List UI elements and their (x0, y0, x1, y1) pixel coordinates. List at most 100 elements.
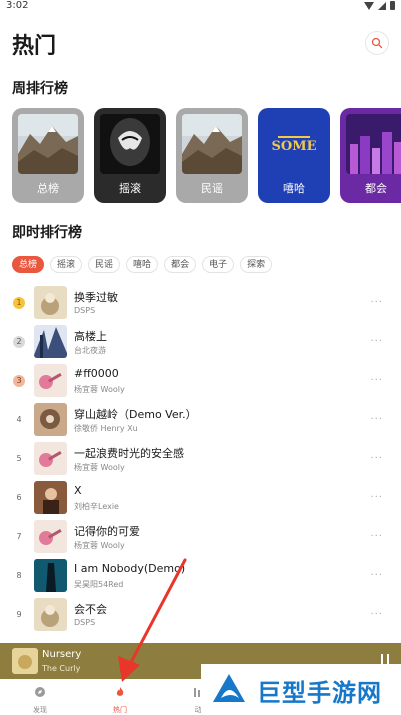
watermark-logo-icon (213, 674, 245, 702)
watermark-text: 巨型手游网 (257, 679, 382, 707)
song-title: 一起浪费时光的安全感 (74, 447, 184, 460)
nav-label: 热门 (113, 706, 127, 714)
tab-overall[interactable]: 总榜 (12, 256, 45, 273)
song-artist: 台北夜游 (74, 346, 106, 355)
page-title: 热门 (12, 34, 57, 59)
song-row[interactable]: 3 #ff0000 杨宜蓉 Wooly ... (0, 361, 401, 400)
weekly-card-rock[interactable]: 摇滚 (94, 108, 166, 203)
realtime-section-title: 即时排行榜 (12, 225, 82, 241)
song-title: 记得你的可爱 (74, 525, 140, 538)
search-button[interactable] (365, 31, 389, 55)
album-cover (34, 442, 67, 475)
weekly-card-label: 嘻哈 (283, 182, 305, 195)
tab-electronic[interactable]: 电子 (202, 256, 235, 273)
more-icon[interactable]: ... (370, 411, 383, 422)
album-cover (34, 325, 67, 358)
song-row[interactable]: 6 X 刘柏辛Lexie ... (0, 478, 401, 517)
tab-explore[interactable]: 探索 (240, 256, 273, 273)
song-artist: 刘柏辛Lexie (74, 502, 119, 511)
album-cover (34, 286, 67, 319)
weekly-card-label: 总榜 (37, 182, 59, 195)
song-title: 高楼上 (74, 330, 107, 343)
more-icon[interactable]: ... (370, 528, 383, 539)
weekly-card-label: 民谣 (201, 182, 223, 195)
song-row[interactable]: 9 会不会 DSPS ... (0, 595, 401, 634)
rank-number: 6 (16, 493, 22, 502)
song-title: 会不会 (74, 603, 107, 616)
weekly-card-overall[interactable]: 总榜 (12, 108, 84, 203)
rank-badge: 3 (13, 375, 25, 387)
landscape-art (182, 114, 242, 174)
status-time: 3:02 (6, 0, 29, 11)
player-title: Nursery (42, 649, 82, 660)
weekly-section-title: 周排行榜 (12, 81, 68, 97)
song-row[interactable]: 7 记得你的可爱 杨宜蓉 Wooly ... (0, 517, 401, 556)
song-row[interactable]: 2 高楼上 台北夜游 ... (0, 322, 401, 361)
flame-icon (116, 687, 124, 696)
landscape-art (18, 114, 78, 174)
nav-hot[interactable]: 热门 (90, 683, 150, 715)
more-icon[interactable]: ... (370, 450, 383, 461)
tab-urban[interactable]: 都会 (164, 256, 197, 273)
tab-hiphop[interactable]: 嘻哈 (126, 256, 159, 273)
song-title: I am Nobody(Demo) (74, 562, 186, 575)
song-title: X (74, 484, 82, 497)
more-icon[interactable]: ... (370, 333, 383, 344)
album-cover (34, 598, 67, 631)
more-icon[interactable]: ... (370, 489, 383, 500)
search-icon (371, 37, 383, 49)
album-cover (34, 403, 67, 436)
song-artist: DSPS (74, 306, 96, 315)
wifi-icon (364, 1, 374, 10)
status-bar: 3:02 (0, 0, 401, 14)
song-row[interactable]: 5 一起浪费时光的安全感 杨宜蓉 Wooly ... (0, 439, 401, 478)
song-artist: DSPS (74, 618, 96, 627)
hiphop-art: SOME (264, 114, 324, 174)
song-artist: 吴昊阳54Red (74, 580, 124, 589)
weekly-card-hiphop[interactable]: SOME 嘻哈 (258, 108, 330, 203)
song-artist: 杨宜蓉 Wooly (74, 385, 125, 394)
rank-number: 4 (16, 415, 22, 424)
song-title: #ff0000 (74, 367, 119, 380)
rock-art (100, 114, 160, 174)
song-row[interactable]: 4 穿山越岭（Demo Ver.） 徐敬侨 Henry Xu ... (0, 400, 401, 439)
song-row[interactable]: 1 换季过敏 DSPS ... (0, 283, 401, 322)
weekly-card-label: 都会 (365, 182, 387, 195)
weekly-card-urban[interactable]: 都会 (340, 108, 401, 203)
rank-number: 7 (16, 532, 22, 541)
more-icon[interactable]: ... (370, 567, 383, 578)
svg-text:SOME: SOME (271, 139, 316, 154)
song-title: 换季过敏 (74, 291, 118, 304)
compass-icon (35, 687, 45, 697)
nav-label: 发现 (33, 706, 47, 714)
tab-rock[interactable]: 摇滚 (50, 256, 83, 273)
rank-number: 9 (16, 610, 22, 619)
song-row[interactable]: 8 I am Nobody(Demo) 吴昊阳54Red ... (0, 556, 401, 595)
weekly-chart-row: 总榜 摇滚 民谣 SOME 嘻哈 都会 (12, 108, 401, 203)
weekly-card-label: 摇滚 (119, 182, 141, 195)
nav-discover[interactable]: 发现 (10, 683, 70, 715)
city-art (346, 114, 401, 174)
rank-badge: 2 (13, 336, 25, 348)
weekly-card-folk[interactable]: 民谣 (176, 108, 248, 203)
tab-folk[interactable]: 民谣 (88, 256, 121, 273)
album-cover (34, 481, 67, 514)
watermark: 巨型手游网 (201, 664, 401, 713)
player-cover (12, 648, 38, 674)
song-artist: 杨宜蓉 Wooly (74, 541, 125, 550)
genre-tabs: 总榜 摇滚 民谣 嘻哈 都会 电子 探索 (12, 256, 273, 273)
signal-icon (378, 1, 386, 10)
player-artist: The Curly (42, 664, 81, 673)
album-cover (34, 559, 67, 592)
more-icon[interactable]: ... (370, 294, 383, 305)
rank-badge: 1 (13, 297, 25, 309)
more-icon[interactable]: ... (370, 606, 383, 617)
song-artist: 杨宜蓉 Wooly (74, 463, 125, 472)
rank-number: 5 (16, 454, 22, 463)
rank-number: 8 (16, 571, 22, 580)
song-artist: 徐敬侨 Henry Xu (74, 424, 138, 433)
battery-icon (390, 1, 395, 10)
album-cover (34, 520, 67, 553)
more-icon[interactable]: ... (370, 372, 383, 383)
album-cover (34, 364, 67, 397)
